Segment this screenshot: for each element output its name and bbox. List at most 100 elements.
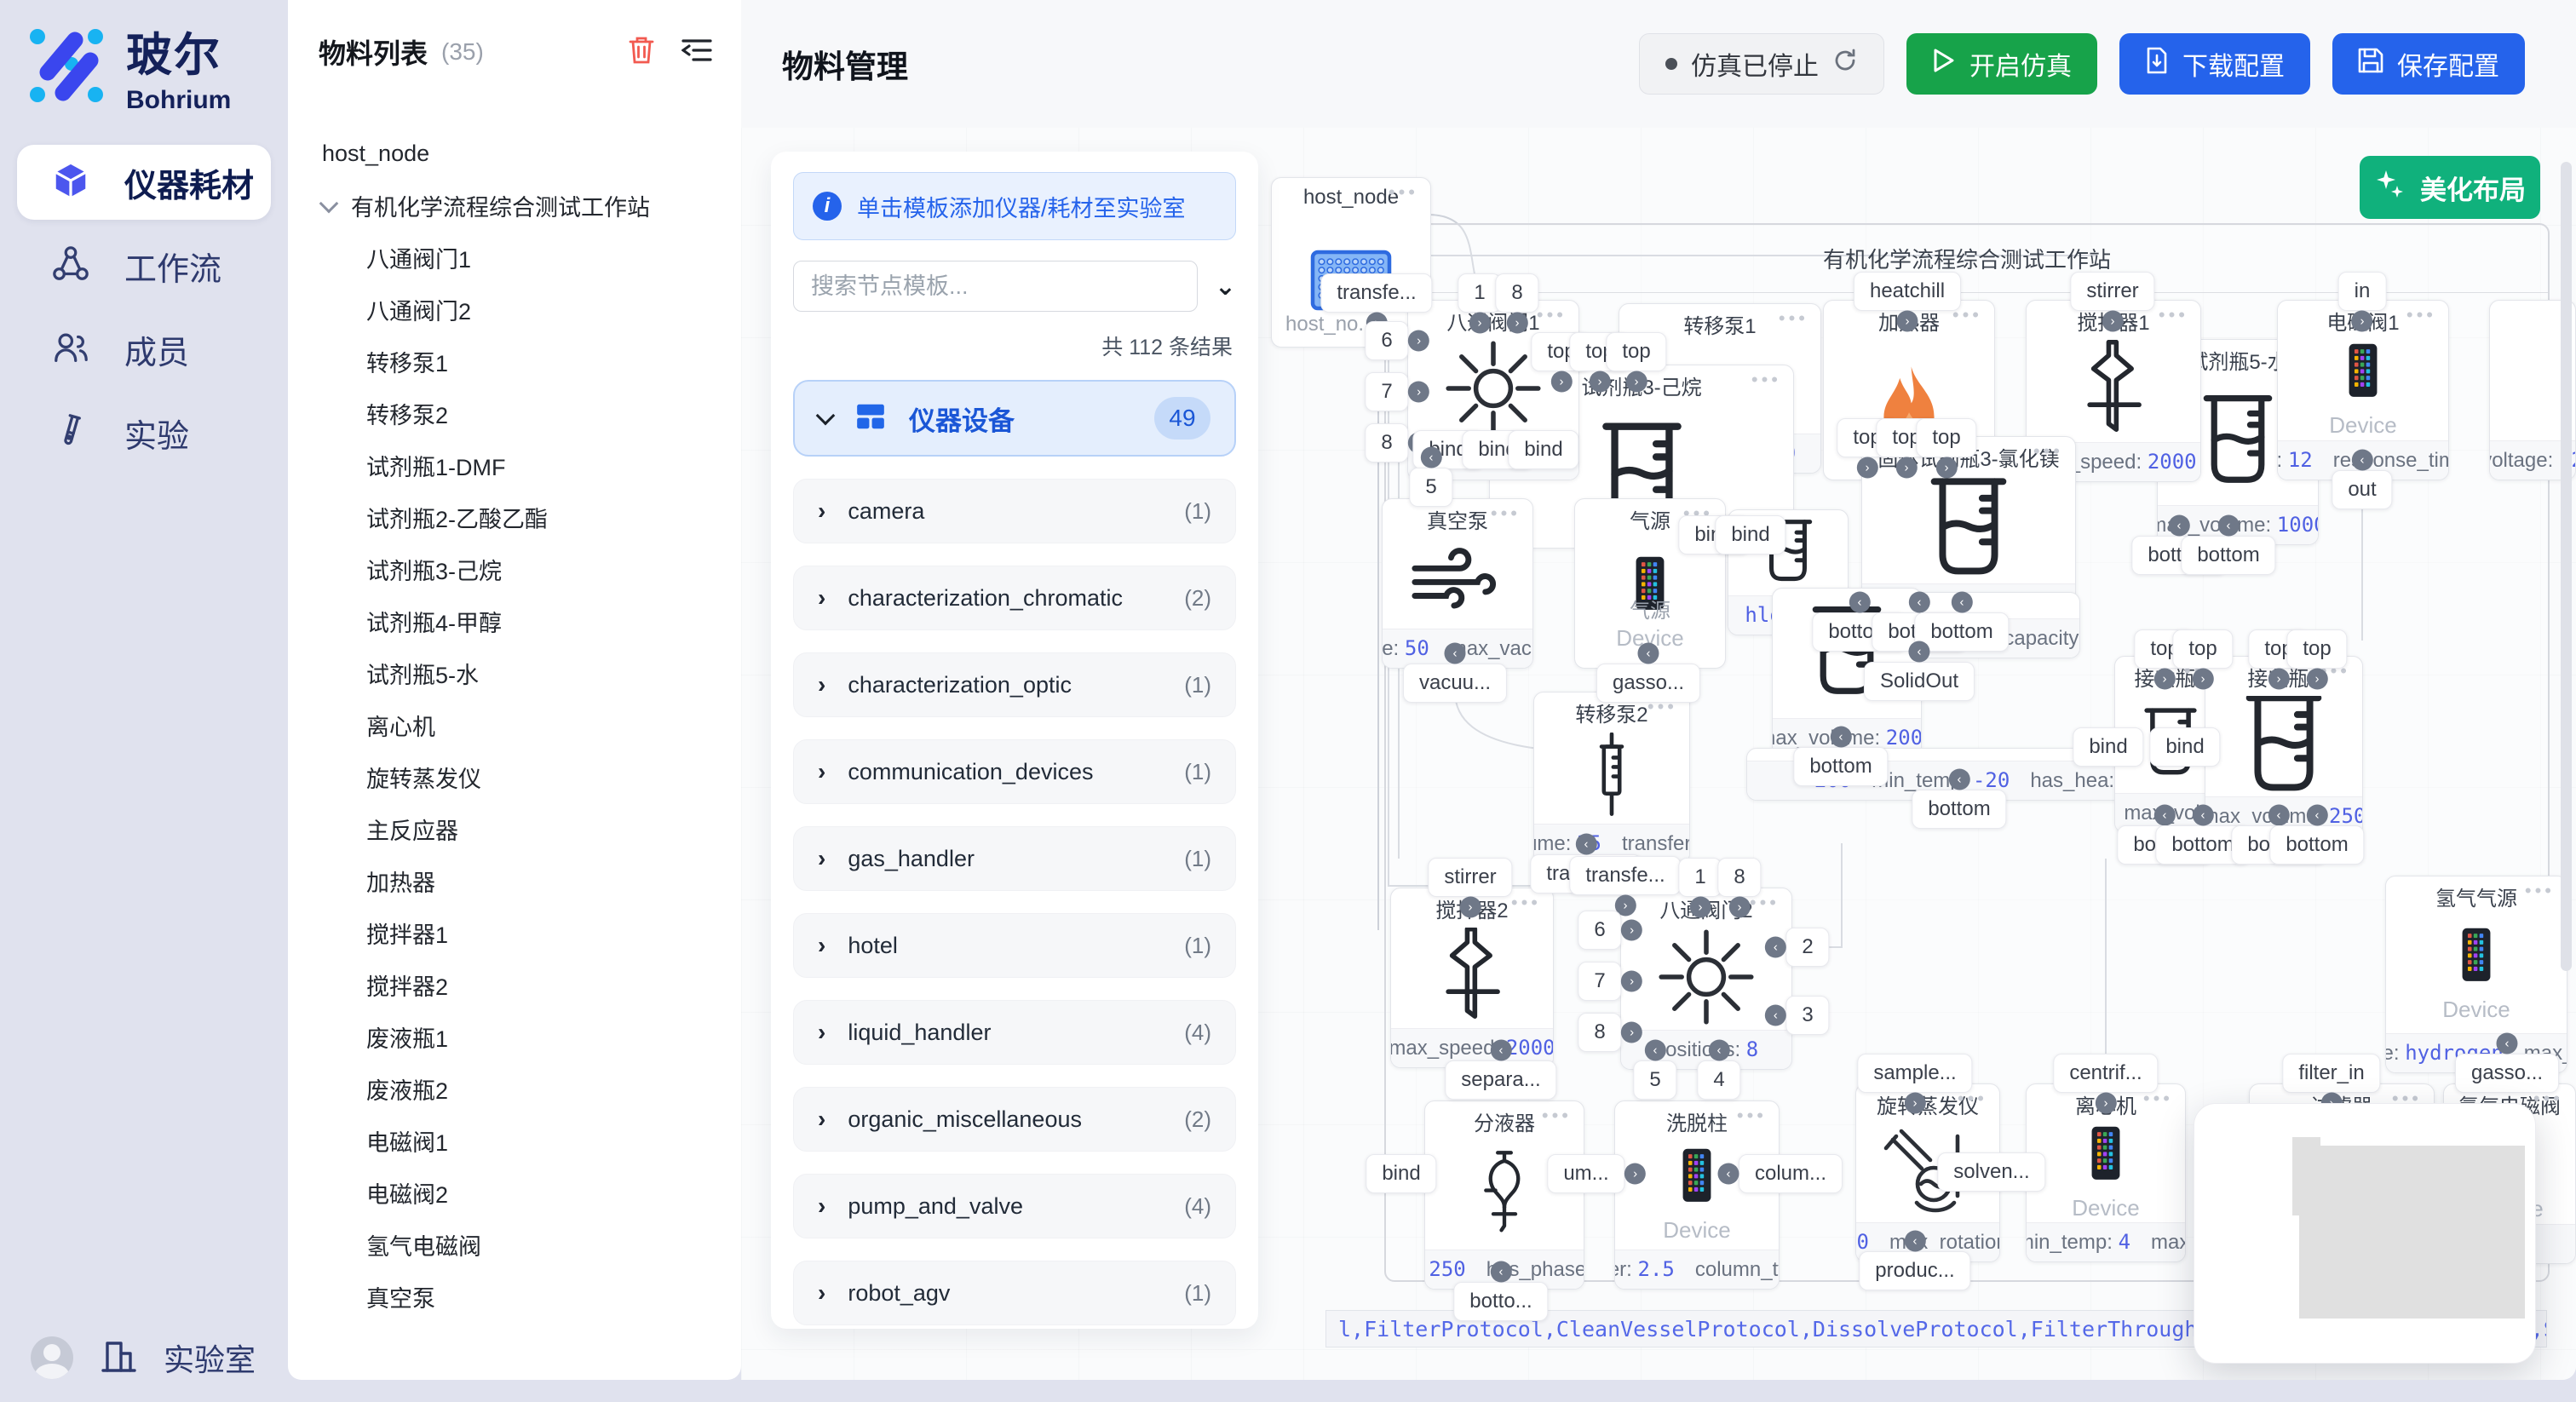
port-dot-icon[interactable]: › [1590, 371, 1611, 393]
port-chip-7[interactable]: 7› [1578, 962, 1621, 1001]
port-dot-icon[interactable]: ‹ [1831, 727, 1852, 748]
category-instruments[interactable]: 仪器设备 49 [793, 380, 1236, 457]
tree-item[interactable]: 氢气电磁阀 [322, 1219, 741, 1271]
port-chip-produc[interactable]: produc...‹ [1859, 1251, 1970, 1290]
port-chip-stirrer[interactable]: stirrer› [2070, 272, 2154, 311]
vertical-scrollbar[interactable] [2561, 162, 2572, 971]
port-chip-1[interactable]: 1› [1678, 858, 1722, 897]
node-menu-icon[interactable]: ••• [2033, 440, 2063, 463]
category-robot_agv[interactable]: ›robot_agv(1) [793, 1261, 1236, 1325]
category-liquid_handler[interactable]: ›liquid_handler(4) [793, 1000, 1236, 1065]
port-chip-5[interactable]: 5‹ [1633, 1060, 1676, 1100]
port-chip-top[interactable]: top› [2172, 629, 2233, 669]
port-chip-sample[interactable]: sample...› [1857, 1054, 1972, 1093]
port-chip-in[interactable]: in› [2338, 272, 2387, 311]
port-chip-centrif[interactable]: centrif...› [2053, 1054, 2158, 1093]
category-characterization_chromatic[interactable]: ›characterization_chromatic(2) [793, 566, 1236, 630]
download-config-button[interactable]: 下载配置 [2119, 33, 2310, 95]
port-dot-icon[interactable]: › [1689, 897, 1711, 918]
tree-item[interactable]: 试剂瓶3-己烷 [322, 543, 741, 595]
tree-item[interactable]: 主反应器 [322, 803, 741, 855]
port-dot-icon[interactable]: ‹ [2169, 515, 2190, 537]
port-chip-bottom[interactable]: bottom‹ [1793, 747, 1888, 786]
tree-item[interactable]: 废液瓶1 [322, 1011, 741, 1063]
tree-item[interactable]: 试剂瓶5-水 [322, 647, 741, 699]
start-simulation-button[interactable]: 开启仿真 [1906, 33, 2097, 95]
port-dot-icon[interactable]: › [1408, 382, 1429, 403]
port-dot-icon[interactable]: › [1408, 330, 1429, 352]
tree-item[interactable]: 真空泵 [322, 1271, 741, 1323]
port-chip-solven[interactable]: solven... [1937, 1152, 2045, 1192]
port-chip-bind[interactable]: bind [1366, 1154, 1436, 1193]
sidebar-item-2[interactable]: 成员 [17, 312, 271, 387]
port-chip-8[interactable]: 8› [1717, 858, 1761, 897]
port-dot-icon[interactable]: › [1905, 1093, 1926, 1114]
category-communication_devices[interactable]: ›communication_devices(1) [793, 739, 1236, 804]
node-menu-icon[interactable]: ••• [1511, 892, 1541, 914]
port-chip-6[interactable]: 6› [1365, 321, 1408, 360]
port-dot-icon[interactable]: ‹ [1909, 641, 1930, 663]
port-dot-icon[interactable]: › [2352, 311, 2373, 332]
node-menu-icon[interactable]: ••• [1751, 369, 1781, 391]
port-dot-icon[interactable]: ‹ [1904, 1231, 1925, 1252]
node-menu-icon[interactable]: ••• [1537, 304, 1567, 326]
port-dot-icon[interactable]: › [1459, 897, 1481, 918]
port-chip-gasso[interactable]: gasso...‹ [1596, 664, 1700, 703]
tree-item[interactable]: 电磁阀1 [322, 1115, 741, 1167]
tree-item[interactable]: 搅拌器2 [322, 959, 741, 1011]
tree-item[interactable]: 试剂瓶1-DMF [322, 440, 741, 491]
sidebar-item-3[interactable]: 实验 [17, 395, 271, 470]
tree-item[interactable]: 转移泵2 [322, 388, 741, 440]
port-chip-transfe[interactable]: transfe...› [1320, 273, 1432, 313]
port-dot-icon[interactable]: ‹ [1952, 592, 1973, 613]
port-chip-5[interactable]: 5‹ [1409, 468, 1452, 507]
port-dot-icon[interactable]: ‹ [2496, 1033, 2517, 1054]
node-menu-icon[interactable]: ••• [1542, 1105, 1572, 1127]
port-dot-icon[interactable]: › [1897, 311, 1918, 332]
port-dot-icon[interactable]: ‹ [1708, 1040, 1729, 1061]
port-dot-icon[interactable]: › [1626, 371, 1647, 393]
port-dot-icon[interactable]: ‹ [2268, 805, 2290, 826]
node-menu-icon[interactable]: ••• [2159, 304, 2188, 326]
port-dot-icon[interactable]: › [2268, 669, 2290, 690]
port-dot-icon[interactable]: › [1621, 1022, 1642, 1043]
port-chip-8[interactable]: 8› [1365, 423, 1408, 463]
port-dot-icon[interactable]: ‹ [1765, 1005, 1786, 1026]
node-menu-icon[interactable]: ••• [1389, 181, 1418, 204]
port-chip-botto[interactable]: botto...‹ [1453, 1282, 1548, 1321]
save-config-button[interactable]: 保存配置 [2332, 33, 2525, 95]
search-template-input[interactable] [793, 261, 1198, 312]
category-organic_miscellaneous[interactable]: ›organic_miscellaneous(2) [793, 1087, 1236, 1152]
collapse-list-icon[interactable] [681, 37, 712, 68]
tree-item[interactable]: 加热器 [322, 855, 741, 907]
port-chip-transfe[interactable]: transfe...› [1569, 856, 1681, 895]
port-chip-bottom[interactable]: bottom‹ [2269, 825, 2364, 865]
port-chip-bind[interactable]: bind [1508, 430, 1578, 469]
port-dot-icon[interactable]: ‹ [1637, 643, 1659, 664]
port-chip-filterin[interactable]: filter_in› [2282, 1054, 2380, 1093]
port-chip-8[interactable]: 8› [1495, 273, 1538, 313]
port-chip-4[interactable]: 4‹ [1697, 1060, 1740, 1100]
port-dot-icon[interactable]: ‹ [1909, 592, 1930, 613]
tree-item[interactable]: 试剂瓶2-乙酸乙酯 [322, 491, 741, 543]
port-chip-vacuu[interactable]: vacuu...‹ [1403, 664, 1507, 703]
sidebar-footer[interactable]: 实验室 [31, 1336, 256, 1380]
port-dot-icon[interactable]: ‹ [1490, 1261, 1511, 1283]
node-menu-icon[interactable]: ••• [1737, 1105, 1767, 1127]
port-chip-top[interactable]: top› [1606, 332, 1666, 371]
port-chip-colum[interactable]: colum...‹ [1739, 1154, 1843, 1193]
category-pump_and_valve[interactable]: ›pump_and_valve(4) [793, 1174, 1236, 1238]
port-dot-icon[interactable]: ‹ [2218, 515, 2240, 537]
port-chip-bottom[interactable]: bottom‹ [2181, 536, 2275, 575]
chevron-down-icon[interactable]: ⌄ [1215, 272, 1236, 302]
port-dot-icon[interactable]: ‹ [1949, 769, 1970, 790]
port-dot-icon[interactable]: ‹ [1490, 1040, 1511, 1061]
beautify-layout-button[interactable]: 美化布局 [2360, 156, 2540, 219]
port-chip-separa[interactable]: separa...‹ [1445, 1060, 1556, 1100]
port-dot-icon[interactable]: ‹ [1644, 1040, 1665, 1061]
node-menu-icon[interactable]: ••• [1779, 307, 1808, 330]
category-characterization_optic[interactable]: ›characterization_optic(1) [793, 652, 1236, 717]
canvas-node-elution-column[interactable]: 洗脱柱•••Devicediameter: 2.5column_type: si [1614, 1100, 1780, 1290]
node-menu-icon[interactable]: ••• [1491, 503, 1521, 525]
port-dot-icon[interactable]: ‹ [1849, 592, 1871, 613]
